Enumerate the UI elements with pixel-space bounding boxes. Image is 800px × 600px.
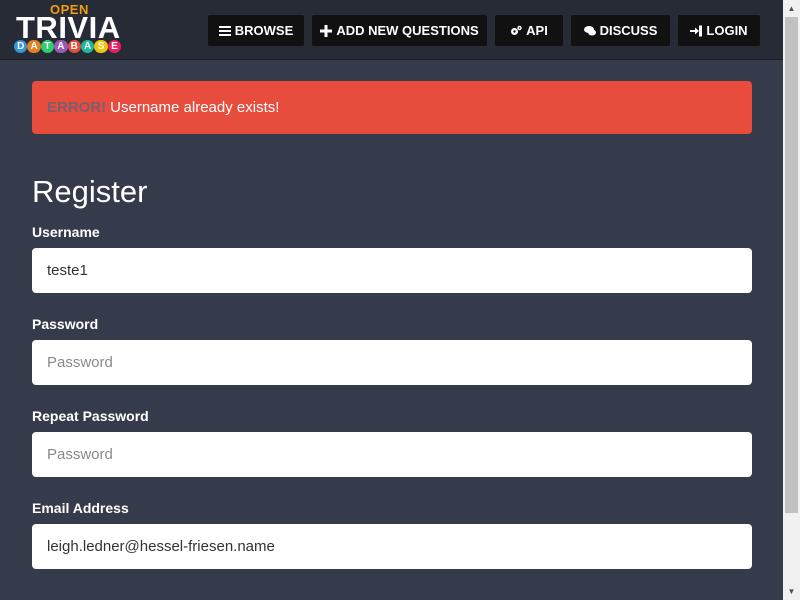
logo-database-letter: D [14, 40, 28, 54]
page-title: Register [32, 174, 148, 209]
email-label: Email Address [32, 500, 129, 516]
comments-icon [583, 25, 596, 35]
password-label: Password [32, 316, 99, 332]
api-button[interactable]: API [495, 15, 563, 46]
repeat-password-label: Repeat Password [32, 408, 149, 424]
logo-database-letter: E [107, 40, 122, 54]
repeat-password-input[interactable] [32, 432, 752, 477]
navbar: OPEN TRIVIA DATABASE BROWSE ADD NEW QUES… [0, 0, 783, 60]
logo[interactable]: OPEN TRIVIA DATABASE [14, 2, 129, 56]
logo-database-letter: A [54, 40, 68, 54]
discuss-button[interactable]: DISCUSS [571, 15, 670, 46]
error-alert: ERROR! Username already exists! [32, 81, 752, 134]
logo-database-letter: A [27, 40, 41, 54]
error-prefix: ERROR! [47, 99, 107, 116]
gears-icon [511, 25, 522, 35]
plus-icon [320, 24, 333, 37]
page: OPEN TRIVIA DATABASE BROWSE ADD NEW QUES… [0, 0, 783, 600]
username-label: Username [32, 224, 100, 240]
password-input[interactable] [32, 340, 752, 385]
email-input[interactable] [32, 524, 752, 569]
add-new-questions-label: ADD NEW QUESTIONS [336, 23, 479, 38]
username-input[interactable] [32, 248, 752, 293]
logo-database-letter: S [94, 40, 108, 54]
login-label: LOGIN [706, 23, 748, 38]
scroll-thumb[interactable] [785, 17, 798, 513]
list-icon [218, 25, 231, 36]
sign-in-icon [690, 25, 703, 36]
scrollbar[interactable]: ▲ ▼ [783, 0, 800, 600]
discuss-label: DISCUSS [599, 23, 658, 38]
api-label: API [526, 23, 548, 38]
error-message: Username already exists! [110, 99, 280, 116]
scroll-up-arrow-icon[interactable]: ▲ [783, 0, 800, 17]
scroll-down-arrow-icon[interactable]: ▼ [783, 583, 800, 600]
browse-label: BROWSE [234, 23, 294, 38]
logo-database-text: DATABASE [14, 40, 122, 54]
login-button[interactable]: LOGIN [678, 15, 760, 46]
logo-database-letter: T [40, 40, 55, 54]
browse-button[interactable]: BROWSE [208, 15, 304, 46]
add-new-questions-button[interactable]: ADD NEW QUESTIONS [312, 15, 487, 46]
logo-database-letter: A [80, 40, 95, 54]
logo-database-letter: B [67, 40, 81, 54]
